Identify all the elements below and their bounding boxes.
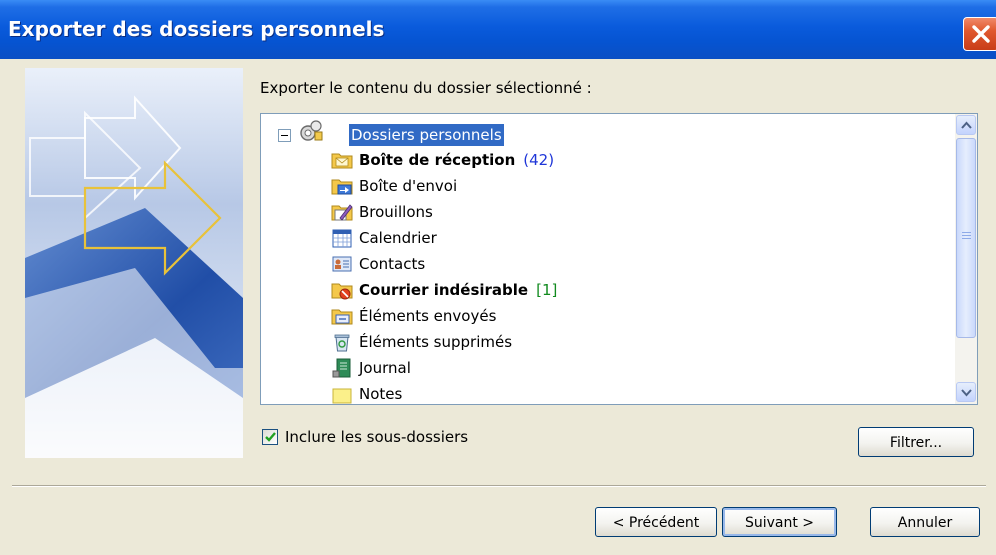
folder-item-contacts[interactable]: Contacts [331, 251, 931, 277]
scroll-grip-icon [962, 232, 971, 241]
scroll-thumb[interactable] [956, 138, 976, 338]
junk-mail-folder-icon [331, 283, 353, 300]
folder-item-calendar[interactable]: Calendrier [331, 225, 931, 251]
back-button[interactable]: < Précédent [595, 507, 717, 537]
close-button[interactable] [963, 17, 996, 51]
chevron-down-icon [961, 389, 972, 397]
footer-divider [12, 485, 986, 487]
folder-label: Journal [359, 359, 411, 377]
include-subfolders-label: Inclure les sous-dossiers [285, 428, 469, 446]
tree-root-label: Dossiers personnels [349, 124, 504, 146]
tree-vertical-scrollbar[interactable] [955, 114, 977, 404]
export-dialog: Exporter des dossiers personnels Exporte… [0, 0, 996, 555]
chevron-up-icon [961, 121, 972, 129]
scroll-up-button[interactable] [956, 115, 976, 135]
cancel-button[interactable]: Annuler [870, 507, 980, 537]
collapse-toggle-icon[interactable] [278, 129, 291, 142]
sent-items-folder-icon [331, 309, 353, 325]
folder-label: Boîte d'envoi [359, 177, 458, 195]
folder-item-junk-mail[interactable]: Courrier indésirable [1] [331, 277, 931, 303]
folder-item-sent-items[interactable]: Éléments envoyés [331, 303, 931, 329]
outbox-folder-icon [331, 179, 353, 195]
folder-tree-content: Dossiers personnels Boîte de réception (4… [261, 114, 955, 404]
folder-label: Éléments supprimés [359, 333, 513, 351]
folder-label: Calendrier [359, 229, 437, 247]
personal-folders-icon [300, 120, 323, 141]
deleted-items-folder-icon [334, 334, 350, 352]
contacts-folder-icon [332, 256, 352, 272]
filter-button[interactable]: Filtrer... [858, 427, 974, 457]
drafts-folder-icon [331, 204, 353, 221]
folder-item-inbox[interactable]: Boîte de réception (42) [331, 147, 931, 173]
unread-count: (42) [523, 151, 555, 169]
next-button[interactable]: Suivant > [722, 507, 837, 537]
folder-label: Éléments envoyés [359, 307, 497, 325]
notes-folder-icon [332, 388, 352, 404]
folder-item-outbox[interactable]: Boîte d'envoi [331, 173, 931, 199]
export-prompt-label: Exporter le contenu du dossier sélection… [260, 79, 592, 97]
scroll-down-button[interactable] [956, 382, 976, 402]
folder-label: Contacts [359, 255, 426, 273]
close-icon [972, 25, 990, 43]
title-bar[interactable]: Exporter des dossiers personnels [0, 0, 996, 59]
calendar-folder-icon [332, 229, 352, 248]
checkmark-icon [265, 432, 276, 442]
include-subfolders-checkbox[interactable] [262, 429, 278, 445]
folder-item-journal[interactable]: Journal [331, 355, 931, 381]
folder-label: Brouillons [359, 203, 433, 221]
folder-label: Courrier indésirable [1] [359, 281, 558, 299]
unread-count: [1] [536, 281, 558, 299]
folder-label: Boîte de réception (42) [359, 151, 555, 169]
inbox-folder-icon [331, 153, 353, 169]
window-title: Exporter des dossiers personnels [8, 17, 385, 41]
journal-folder-icon [332, 358, 351, 378]
folder-label: Notes [359, 385, 403, 403]
folder-item-notes[interactable]: Notes [331, 381, 931, 404]
folder-item-deleted-items[interactable]: Éléments supprimés [331, 329, 931, 355]
folder-item-drafts[interactable]: Brouillons [331, 199, 931, 225]
wizard-banner-image [25, 68, 243, 458]
folder-tree[interactable]: Dossiers personnels Boîte de réception (4… [260, 113, 978, 405]
